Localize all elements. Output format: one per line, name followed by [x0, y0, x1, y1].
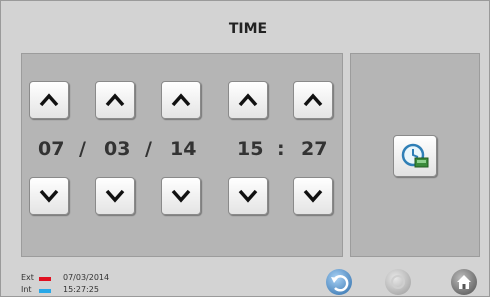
year-value: 14 — [170, 138, 197, 160]
chevron-down-icon — [39, 189, 59, 203]
int-label: Int — [21, 285, 32, 294]
page-title: TIME — [228, 21, 268, 37]
minute-increment-button[interactable] — [293, 81, 333, 119]
home-icon — [457, 275, 471, 289]
chevron-up-icon — [171, 93, 191, 107]
day-increment-button[interactable] — [29, 81, 69, 119]
back-button[interactable] — [326, 269, 352, 295]
month-decrement-button[interactable] — [95, 177, 135, 215]
disabled-icon — [391, 275, 405, 289]
time-settings-screen: TIME 07 / 03 / 14 15 : 27 Ext 07/03/2014… — [0, 0, 490, 297]
year-increment-button[interactable] — [161, 81, 201, 119]
date-separator: / — [145, 138, 152, 160]
minute-decrement-button[interactable] — [293, 177, 333, 215]
date-separator: / — [79, 138, 86, 160]
month-value: 03 — [104, 138, 131, 160]
day-value: 07 — [38, 138, 65, 160]
hour-value: 15 — [237, 138, 264, 160]
chevron-up-icon — [105, 93, 125, 107]
disabled-button[interactable] — [385, 269, 411, 295]
ext-label: Ext — [21, 273, 34, 282]
int-time-value: 15:27:25 — [63, 285, 99, 294]
back-arrow-icon — [331, 275, 349, 292]
chevron-up-icon — [39, 93, 59, 107]
time-separator: : — [277, 138, 285, 160]
hour-increment-button[interactable] — [228, 81, 268, 119]
chevron-up-icon — [303, 93, 323, 107]
chevron-down-icon — [303, 189, 323, 203]
chevron-down-icon — [105, 189, 125, 203]
chevron-up-icon — [238, 93, 258, 107]
chevron-down-icon — [171, 189, 191, 203]
year-decrement-button[interactable] — [161, 177, 201, 215]
apply-time-button[interactable] — [393, 135, 437, 177]
month-increment-button[interactable] — [95, 81, 135, 119]
chevron-down-icon — [238, 189, 258, 203]
home-button[interactable] — [451, 269, 477, 295]
int-color-swatch — [39, 289, 51, 293]
day-decrement-button[interactable] — [29, 177, 69, 215]
ext-date-value: 07/03/2014 — [63, 273, 110, 282]
hour-decrement-button[interactable] — [228, 177, 268, 215]
minute-value: 27 — [301, 138, 328, 160]
clock-save-icon — [401, 143, 429, 168]
ext-color-swatch — [39, 277, 51, 281]
